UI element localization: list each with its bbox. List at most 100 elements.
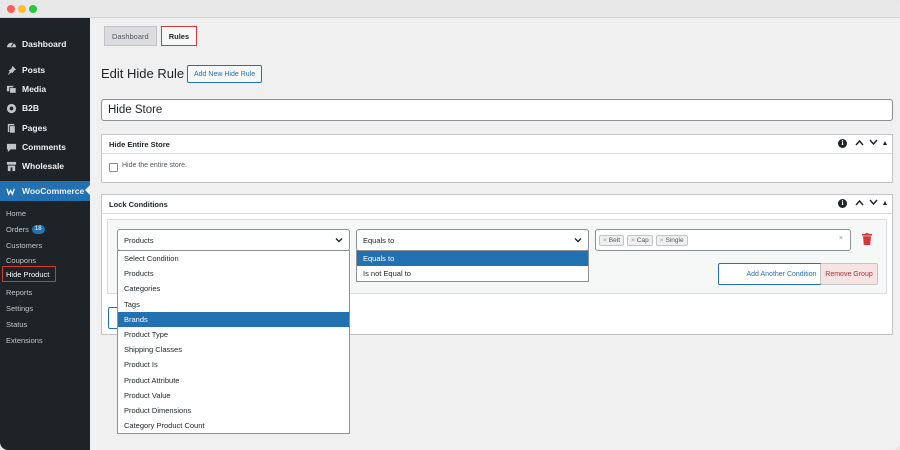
panel-controls: i <box>838 138 887 148</box>
condition-option[interactable]: Product Dimensions <box>118 403 349 418</box>
submenu-item-settings[interactable]: Settings <box>6 302 33 314</box>
b2b-icon <box>5 102 17 114</box>
condition-option[interactable]: Product Attribute <box>118 373 349 388</box>
info-icon[interactable]: i <box>838 198 847 208</box>
submenu-label: Customers <box>6 240 43 250</box>
condition-option[interactable]: Brands <box>118 311 349 327</box>
sidebar-item-label: Wholesale <box>22 161 65 171</box>
chevron-up-icon[interactable] <box>855 198 864 208</box>
submenu-label: Orders <box>6 224 29 234</box>
sidebar-item-woocommerce[interactable]: WooCommerce <box>0 181 90 201</box>
sidebar-item-label: Pages <box>22 123 48 133</box>
condition-option[interactable]: Product Is <box>118 357 349 372</box>
operator-select-value: Equals to <box>363 235 395 245</box>
sidebar-item-label: Dashboard <box>22 39 67 49</box>
value-tag[interactable]: × Single <box>655 234 688 246</box>
condition-option[interactable]: Tags <box>118 297 349 312</box>
submenu-label: Coupons <box>6 255 37 265</box>
value-tags-input[interactable]: × Belt × Cap × Single × <box>595 229 851 251</box>
maximize-window-icon[interactable] <box>29 5 37 13</box>
collapse-toggle-icon[interactable] <box>883 201 887 205</box>
store-icon <box>5 160 17 172</box>
value-tag[interactable]: × Cap <box>627 234 653 246</box>
tab-dashboard[interactable]: Dashboard <box>104 26 157 46</box>
page-title: Edit Hide Rule <box>101 66 185 81</box>
add-new-hide-rule-button[interactable]: Add New Hide Rule <box>187 65 263 83</box>
submenu-label: Status <box>6 319 28 329</box>
chevron-down-icon <box>335 236 343 246</box>
sidebar-item-label: B2B <box>22 103 40 113</box>
woo-icon <box>5 185 17 197</box>
clear-tags-icon[interactable]: × <box>839 235 843 242</box>
submenu-label: Home <box>6 208 27 218</box>
close-window-icon[interactable] <box>7 5 15 13</box>
condition-option[interactable]: Product Value <box>118 388 349 403</box>
orders-count-badge: 18 <box>31 224 45 234</box>
chevron-down-icon <box>574 236 582 246</box>
remove-tag-icon[interactable]: × <box>603 237 607 244</box>
value-tag[interactable]: × Belt <box>599 234 624 246</box>
sidebar-item-comments[interactable]: Comments <box>0 138 90 156</box>
hide-entire-store-checkbox[interactable] <box>109 163 118 172</box>
condition-option[interactable]: Category Product Count <box>118 418 349 433</box>
trash-icon[interactable] <box>862 233 872 245</box>
tag-label: Belt <box>608 236 620 244</box>
sidebar-item-label: Comments <box>22 142 66 152</box>
tab-rules[interactable]: Rules <box>160 26 198 46</box>
panel-header: Lock Conditions i <box>102 195 892 214</box>
submenu-item-orders[interactable]: Orders 18 <box>6 223 45 235</box>
condition-option[interactable]: Shipping Classes <box>118 342 349 357</box>
submenu-item-customers[interactable]: Customers <box>6 239 42 251</box>
sidebar-item-label: Media <box>22 84 47 94</box>
sidebar-item-media[interactable]: Media <box>0 80 90 98</box>
sidebar-item-label: Posts <box>22 65 46 75</box>
pages-icon <box>5 122 17 134</box>
operator-option[interactable]: Equals to <box>357 251 588 267</box>
sidebar-item-posts[interactable]: Posts <box>0 61 90 79</box>
condition-option[interactable]: Categories <box>118 281 349 296</box>
submenu-label: Reports <box>6 287 33 297</box>
operator-option[interactable]: Is not Equal to <box>357 266 588 281</box>
panel-title: Hide Entire Store <box>109 139 170 149</box>
admin-sidebar: Dashboard Posts Media B2B Pages Comments… <box>0 18 90 450</box>
hide-entire-store-label: Hide the entire store. <box>122 162 187 169</box>
operator-select[interactable]: Equals to <box>356 229 589 251</box>
submenu-item-hide-product[interactable]: Hide Product <box>6 268 49 280</box>
condition-select[interactable]: Products <box>117 229 350 251</box>
media-icon <box>5 83 17 95</box>
condition-select-value: Products <box>124 235 154 245</box>
browser-window: Dashboard Posts Media B2B Pages Comments… <box>0 0 900 450</box>
pin-icon <box>5 64 17 76</box>
info-icon[interactable]: i <box>838 138 847 148</box>
comment-icon <box>5 141 17 153</box>
submenu-item-extensions[interactable]: Extensions <box>6 334 43 346</box>
collapse-toggle-icon[interactable] <box>883 141 887 145</box>
remove-group-button[interactable]: Remove Group <box>820 263 878 285</box>
chevron-down-icon[interactable] <box>869 198 878 208</box>
submenu-item-status[interactable]: Status <box>6 318 27 330</box>
minimize-window-icon[interactable] <box>18 5 26 13</box>
submenu-item-coupons[interactable]: Coupons <box>6 254 36 266</box>
sidebar-item-label: WooCommerce <box>22 186 85 196</box>
submenu-label: Settings <box>6 303 34 313</box>
sidebar-item-b2b[interactable]: B2B <box>0 99 90 117</box>
remove-tag-icon[interactable]: × <box>631 237 635 244</box>
main-content: Dashboard Rules Edit Hide Rule Add New H… <box>90 18 900 450</box>
rule-title-input[interactable]: Hide Store <box>101 99 893 121</box>
submenu-item-home[interactable]: Home <box>6 207 26 219</box>
sidebar-item-pages[interactable]: Pages <box>0 119 90 137</box>
remove-tag-icon[interactable]: × <box>660 237 664 244</box>
submenu-item-reports[interactable]: Reports <box>6 286 32 298</box>
operator-dropdown: Equals to Is not Equal to <box>356 250 589 283</box>
tag-label: Single <box>665 236 684 244</box>
condition-option[interactable]: Products <box>118 266 349 281</box>
condition-option[interactable]: Product Type <box>118 327 349 342</box>
chevron-up-icon[interactable] <box>855 138 864 148</box>
condition-dropdown: Select Condition Products Categories Tag… <box>117 250 350 435</box>
chevron-down-icon[interactable] <box>869 138 878 148</box>
sidebar-item-wholesale[interactable]: Wholesale <box>0 157 90 175</box>
condition-option[interactable]: Select Condition <box>118 251 349 266</box>
panel-title: Lock Conditions <box>109 199 168 209</box>
submenu-label: Extensions <box>6 335 43 345</box>
sidebar-item-dashboard[interactable]: Dashboard <box>0 35 90 53</box>
